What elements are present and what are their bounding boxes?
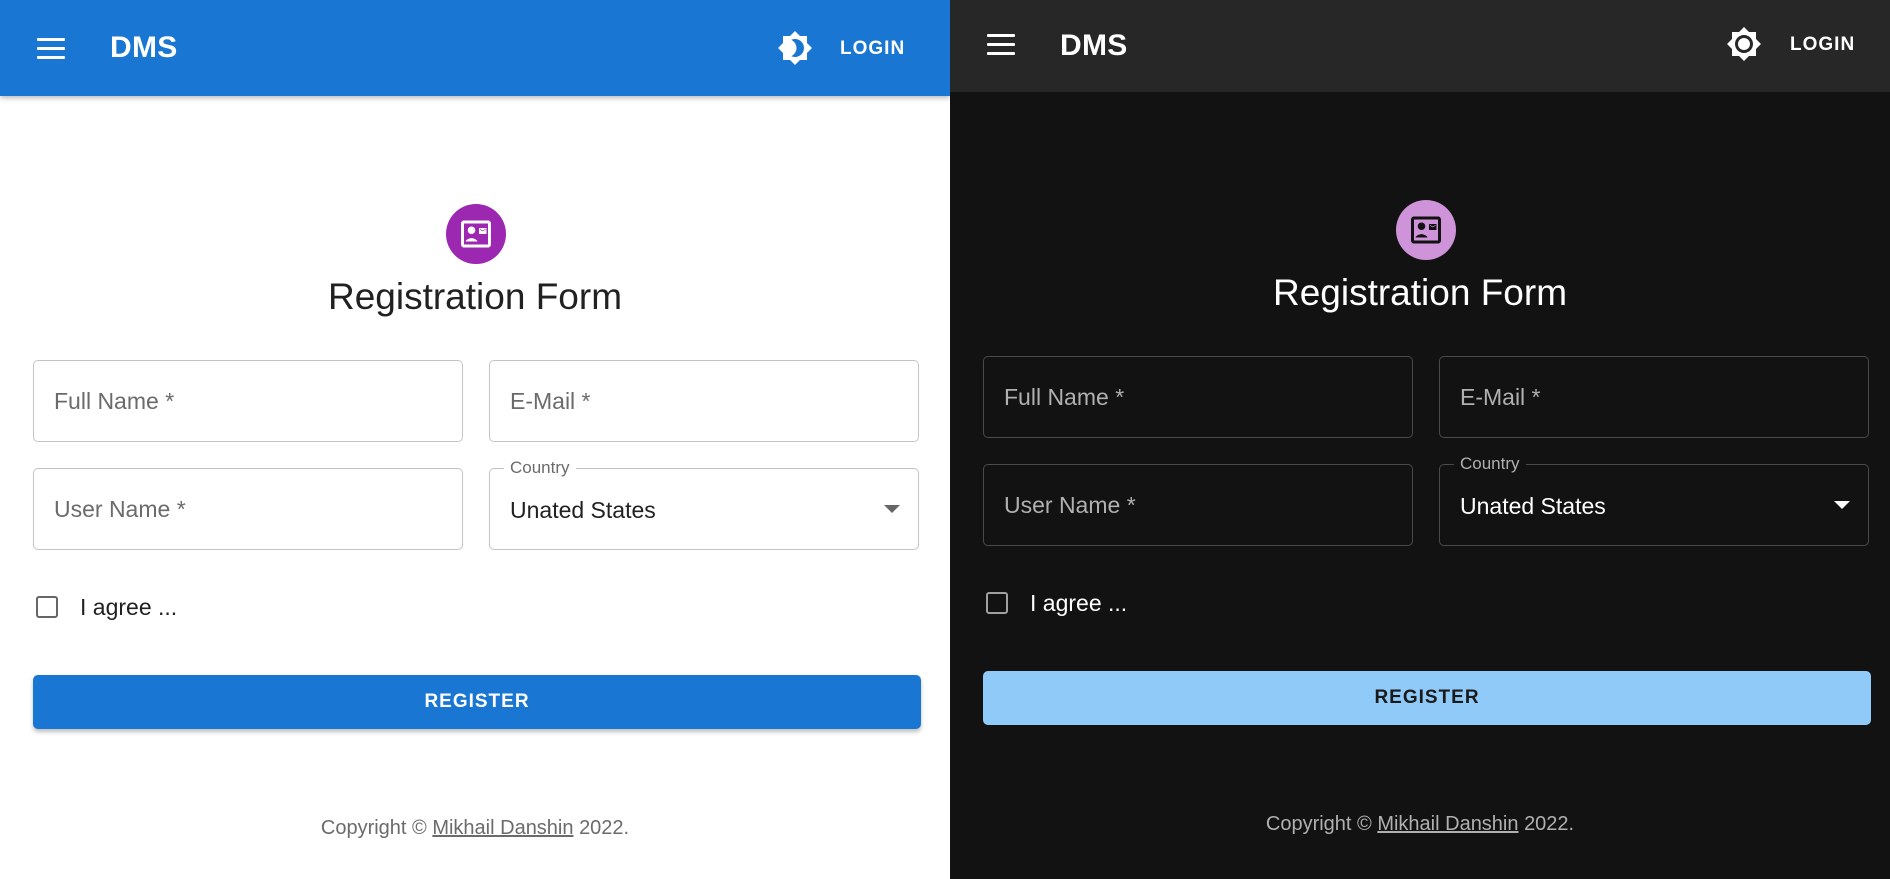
copyright: Copyright © Mikhail Danshin 2022. xyxy=(0,817,950,840)
brand-title: DMS xyxy=(110,31,178,64)
app-bar: DMS LOGIN xyxy=(950,0,1890,92)
full-name-field[interactable]: Full Name * xyxy=(33,360,463,442)
login-button[interactable]: LOGIN xyxy=(1790,34,1855,56)
light-theme-panel: DMS LOGIN Registration Form Full Name * … xyxy=(0,0,950,879)
brightness-icon[interactable] xyxy=(775,28,815,68)
country-label: Country xyxy=(504,458,576,478)
email-field[interactable]: E-Mail * xyxy=(489,360,919,442)
login-button[interactable]: LOGIN xyxy=(840,38,905,60)
email-placeholder: E-Mail * xyxy=(510,388,591,414)
copyright-prefix: Copyright © xyxy=(320,817,427,839)
screen: DMS LOGIN Registration Form Full Name * … xyxy=(0,0,1890,879)
country-select[interactable]: Country Unated States xyxy=(1439,454,1869,546)
author-link[interactable]: Mikhail Danshin xyxy=(432,817,573,839)
full-name-field[interactable]: Full Name * xyxy=(983,356,1413,438)
user-name-field[interactable]: User Name * xyxy=(33,468,463,550)
contact-card-icon xyxy=(446,204,506,264)
dark-theme-panel: DMS LOGIN Registration Form Full Name * … xyxy=(950,0,1890,879)
page-title: Registration Form xyxy=(327,276,623,317)
country-value: Unated States xyxy=(510,497,656,523)
country-select[interactable]: Country Unated States xyxy=(489,458,919,550)
copyright: Copyright © Mikhail Danshin 2022. xyxy=(950,813,1890,836)
chevron-down-icon xyxy=(1834,501,1850,509)
country-label: Country xyxy=(1454,454,1526,474)
agree-checkbox[interactable] xyxy=(36,596,58,618)
user-name-placeholder: User Name * xyxy=(1004,492,1136,518)
brightness-icon[interactable] xyxy=(1724,24,1764,64)
full-name-placeholder: Full Name * xyxy=(54,388,175,414)
register-button[interactable]: REGISTER xyxy=(33,675,921,729)
contact-card-icon xyxy=(1396,200,1456,260)
full-name-placeholder: Full Name * xyxy=(1004,384,1125,410)
register-button[interactable]: REGISTER xyxy=(983,671,1871,725)
chevron-down-icon xyxy=(884,505,900,513)
copyright-year: 2022. xyxy=(1524,813,1575,835)
user-name-field[interactable]: User Name * xyxy=(983,464,1413,546)
country-value: Unated States xyxy=(1460,493,1606,519)
app-bar: DMS LOGIN xyxy=(0,0,950,96)
email-field[interactable]: E-Mail * xyxy=(1439,356,1869,438)
agree-checkbox[interactable] xyxy=(986,592,1008,614)
menu-icon[interactable] xyxy=(984,27,1018,61)
menu-icon[interactable] xyxy=(34,31,68,65)
author-link[interactable]: Mikhail Danshin xyxy=(1377,813,1518,835)
agree-label: I agree ... xyxy=(80,594,178,620)
copyright-prefix: Copyright © xyxy=(1265,813,1372,835)
page-title: Registration Form xyxy=(1272,272,1568,313)
agree-label: I agree ... xyxy=(1030,590,1128,616)
user-name-placeholder: User Name * xyxy=(54,496,186,522)
copyright-year: 2022. xyxy=(579,817,630,839)
brand-title: DMS xyxy=(1060,29,1128,62)
email-placeholder: E-Mail * xyxy=(1460,384,1541,410)
